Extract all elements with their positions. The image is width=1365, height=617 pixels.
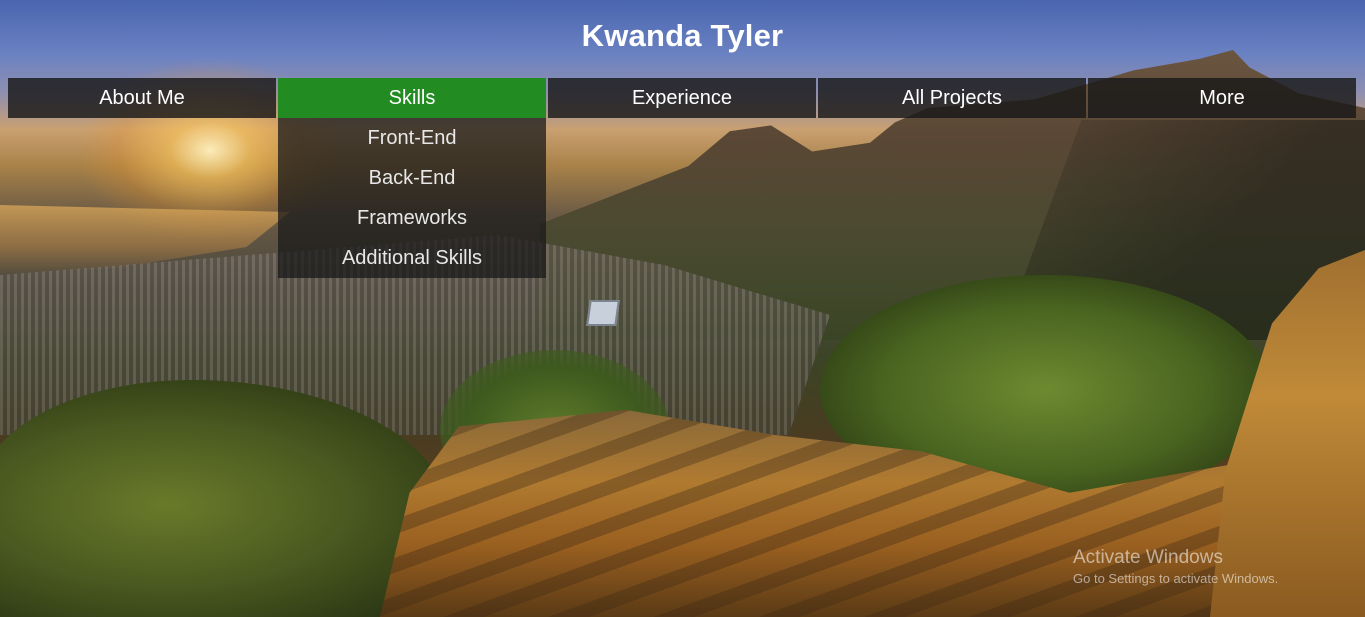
nav-item-about-me[interactable]: About Me [8, 78, 276, 118]
page: Kwanda Tyler About Me Skills Front-End B… [0, 0, 1365, 617]
nav-item-experience[interactable]: Experience [548, 78, 816, 118]
activate-windows-subtitle: Go to Settings to activate Windows. [1073, 571, 1279, 586]
site-title: Kwanda Tyler [581, 18, 784, 53]
dropdown-item-frameworks[interactable]: Frameworks [278, 198, 546, 238]
main-nav: About Me Skills Front-End Back-End Frame… [8, 78, 1356, 278]
dropdown-item-back-end[interactable]: Back-End [278, 158, 546, 198]
dropdown-item-additional-skills[interactable]: Additional Skills [278, 238, 546, 278]
dropdown-item-front-end[interactable]: Front-End [278, 118, 546, 158]
stadium [586, 300, 620, 326]
nav-item-skills-label: Skills [388, 86, 436, 109]
nav-item-skills[interactable]: Skills Front-End Back-End Frameworks Add… [278, 78, 546, 278]
activate-windows-watermark: Activate Windows Go to Settings to activ… [1073, 546, 1278, 588]
activate-windows-title: Activate Windows [1073, 547, 1223, 568]
skills-dropdown: Front-End Back-End Frameworks Additional… [278, 118, 546, 278]
nav-item-more[interactable]: More [1088, 78, 1356, 118]
nav-item-all-projects[interactable]: All Projects [818, 78, 1086, 118]
